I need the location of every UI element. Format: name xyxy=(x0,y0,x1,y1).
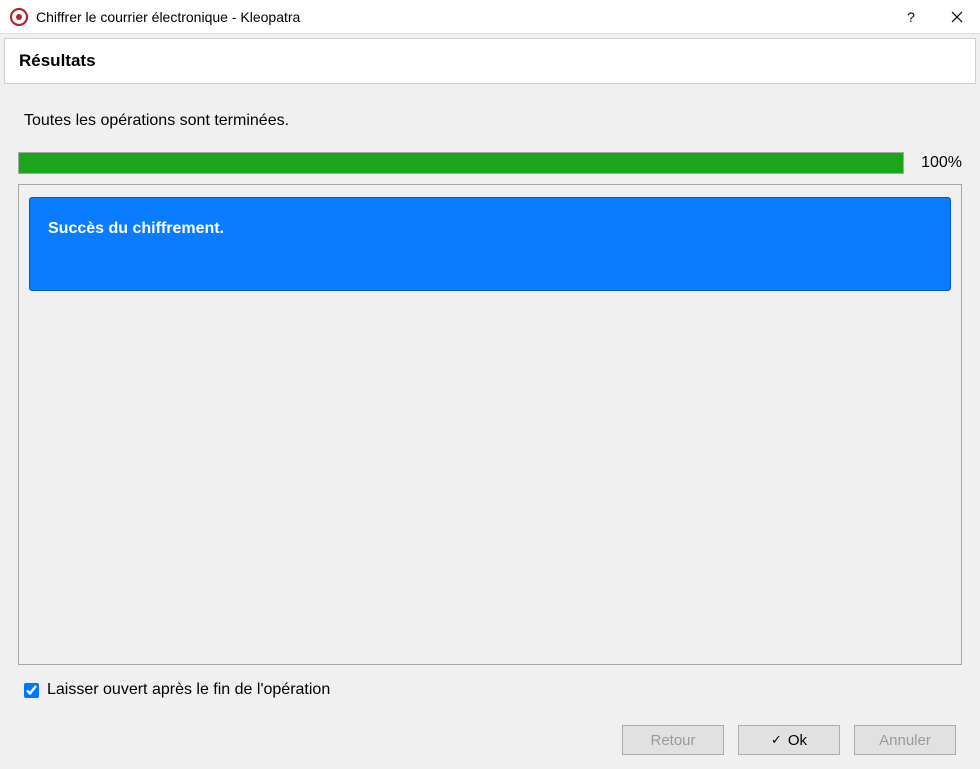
titlebar: Chiffrer le courrier électronique - Kleo… xyxy=(0,0,980,34)
keep-open-label: Laisser ouvert après le fin de l'opérati… xyxy=(47,681,330,699)
success-panel: Succès du chiffrement. xyxy=(29,197,951,291)
cancel-button-label: Annuler xyxy=(879,732,931,749)
progress-percent: 100% xyxy=(912,154,962,172)
help-button[interactable]: ? xyxy=(888,0,934,34)
success-message: Succès du chiffrement. xyxy=(48,220,224,237)
dialog-content: Résultats Toutes les opérations sont ter… xyxy=(0,34,980,769)
back-button[interactable]: Retour xyxy=(622,725,724,755)
results-title: Résultats xyxy=(19,51,961,71)
content-body: Toutes les opérations sont terminées. 10… xyxy=(4,86,976,765)
close-button[interactable] xyxy=(934,0,980,34)
ok-button-label: Ok xyxy=(788,732,807,749)
app-icon xyxy=(10,8,28,26)
button-row: Retour ✓ Ok Annuler xyxy=(18,725,962,755)
progress-fill xyxy=(19,153,903,173)
cancel-button[interactable]: Annuler xyxy=(854,725,956,755)
titlebar-controls: ? xyxy=(888,0,980,33)
results-header: Résultats xyxy=(4,38,976,84)
keep-open-checkbox[interactable] xyxy=(24,683,39,698)
close-icon xyxy=(951,11,963,23)
back-button-label: Retour xyxy=(650,732,695,749)
progress-bar xyxy=(18,152,904,174)
progress-row: 100% xyxy=(18,152,962,174)
keep-open-row: Laisser ouvert après le fin de l'opérati… xyxy=(18,681,962,699)
check-icon: ✓ xyxy=(771,732,782,748)
ok-button[interactable]: ✓ Ok xyxy=(738,725,840,755)
results-box: Succès du chiffrement. xyxy=(18,184,962,665)
status-message: Toutes les opérations sont terminées. xyxy=(18,112,962,130)
window-title: Chiffrer le courrier électronique - Kleo… xyxy=(36,9,888,25)
